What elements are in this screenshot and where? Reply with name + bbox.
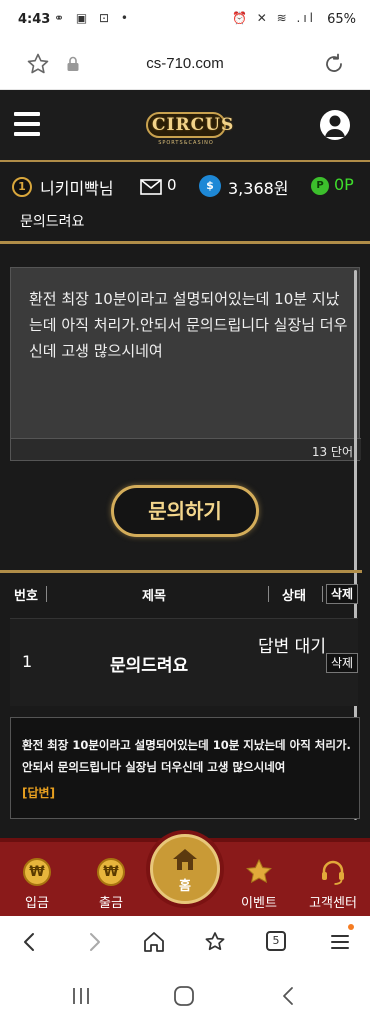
inquiry-detail-text: 환전 최장 10분이라고 설명되어있는데 10분 지났는데 아직 처리가.안되서… [22, 738, 351, 774]
menu-icon[interactable] [328, 930, 352, 954]
header-separator [268, 586, 269, 602]
android-back-icon[interactable] [278, 986, 300, 1006]
android-home-icon[interactable] [173, 986, 195, 1006]
user-info-bar: 1 니키미빡님 0 $ 3,368원 P 0P 문의드려요 [0, 162, 370, 244]
recent-apps-icon[interactable] [70, 986, 92, 1006]
delete-all-button[interactable]: 삭제 [326, 584, 358, 604]
level-badge-icon: 1 [12, 177, 32, 197]
status-bar: 4:43 ⚭ ▣ ⊡ • ⏰ ✕ ≋ .ıl 65% [0, 0, 370, 40]
inquiry-detail-box: 환전 최장 10분이라고 설명되어있는데 10분 지났는데 아직 처리가.안되서… [10, 717, 360, 819]
forward-icon[interactable] [82, 930, 106, 954]
nav-home-label: 홈 [179, 879, 191, 894]
money-balance: 3,368원 [228, 179, 289, 198]
tabs-icon[interactable]: 5 [266, 931, 286, 951]
table-header: 번호 제목 상태 삭제 [10, 578, 358, 610]
site-header: CIRCUS SPORTS&CASINO [0, 90, 370, 162]
deposit-coin-icon: ₩ [23, 858, 51, 886]
message-text: 환전 최장 10분이라고 설명되어있는데 10분 지났는데 아직 처리가.안되서… [29, 290, 348, 360]
word-count: 13 단어 [311, 445, 353, 459]
notification-dot [348, 924, 354, 930]
nav-event-label: 이벤트 [241, 896, 277, 911]
nav-withdraw[interactable]: ₩ 출금 [76, 858, 146, 911]
home-browser-icon[interactable] [142, 930, 166, 954]
header-status: 상태 [282, 589, 306, 604]
point-coin-icon: P [311, 177, 329, 195]
mail-count[interactable]: 0 [167, 176, 177, 194]
nav-withdraw-label: 출금 [99, 896, 123, 911]
home-icon [173, 849, 197, 870]
nav-deposit[interactable]: ₩ 입금 [2, 858, 72, 911]
point-balance: 0P [334, 175, 354, 194]
header-separator [46, 586, 47, 602]
subject-input[interactable]: 문의드려요 [20, 211, 84, 231]
back-icon[interactable] [18, 930, 42, 954]
table-divider [0, 570, 362, 573]
row-number: 1 [22, 652, 33, 671]
bookmarks-icon[interactable] [203, 930, 227, 954]
header-number: 번호 [14, 589, 38, 604]
star-icon [246, 858, 272, 884]
withdraw-coin-icon: ₩ [97, 858, 125, 886]
nav-deposit-label: 입금 [25, 896, 49, 911]
nav-support[interactable]: 고객센터 [298, 858, 368, 911]
table-row[interactable]: 1 문의드려요 답변 대기 삭제 [10, 618, 358, 706]
user-profile-icon[interactable] [320, 110, 350, 140]
hamburger-menu-icon[interactable] [14, 112, 40, 138]
user-nickname: 니키미빡님 [40, 179, 114, 198]
logo-text: CIRCUS [146, 112, 233, 138]
url-text[interactable]: cs-710.com [0, 55, 370, 72]
headset-icon [322, 860, 344, 885]
battery-level: 65% [327, 12, 356, 27]
row-delete-button[interactable]: 삭제 [326, 653, 358, 673]
nav-home-button[interactable]: 홈 [150, 834, 220, 904]
notification-icons: ⚭ ▣ ⊡ • [54, 11, 132, 25]
android-navigation-bar [0, 968, 370, 1024]
browser-toolbar: 5 [0, 916, 370, 968]
mail-icon[interactable] [140, 179, 162, 195]
nav-support-label: 고객센터 [309, 896, 357, 911]
header-separator [322, 586, 323, 602]
submit-inquiry-button[interactable]: 문의하기 [111, 485, 259, 537]
answer-tag: [답변] [22, 786, 56, 800]
reload-icon[interactable] [322, 52, 346, 76]
circus-logo[interactable]: CIRCUS SPORTS&CASINO [146, 100, 233, 152]
status-time: 4:43 [18, 12, 51, 27]
system-icons: ⏰ ✕ ≋ .ıl [232, 11, 316, 25]
money-bag-icon: $ [199, 175, 221, 197]
logo-subtext: SPORTS&CASINO [158, 140, 214, 146]
message-footer: 13 단어 [11, 438, 361, 460]
nav-event[interactable]: 이벤트 [224, 858, 294, 911]
browser-address-bar: cs-710.com [0, 40, 370, 90]
message-textarea[interactable]: 환전 최장 10분이라고 설명되어있는데 10분 지났는데 아직 처리가.안되서… [10, 267, 361, 461]
header-title: 제목 [142, 589, 166, 604]
row-title[interactable]: 문의드려요 [110, 651, 188, 676]
